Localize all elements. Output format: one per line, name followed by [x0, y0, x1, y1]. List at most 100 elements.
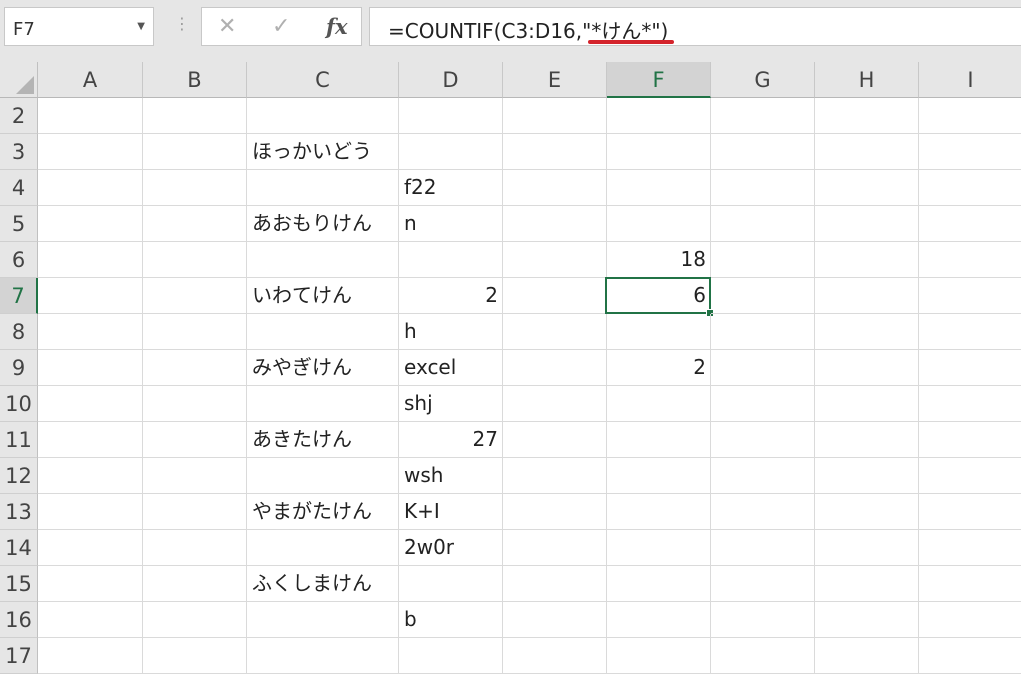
column-header-b[interactable]: B	[143, 62, 247, 98]
cell-f2[interactable]	[607, 98, 711, 134]
cell-f8[interactable]	[607, 314, 711, 350]
cell-c10[interactable]	[247, 386, 399, 422]
cell-h11[interactable]	[815, 422, 919, 458]
cell-e16[interactable]	[503, 602, 607, 638]
cell-f14[interactable]	[607, 530, 711, 566]
cell-c2[interactable]	[247, 98, 399, 134]
cell-a5[interactable]	[38, 206, 143, 242]
row-header-5[interactable]: 5	[0, 206, 38, 242]
cell-g7[interactable]	[711, 278, 815, 314]
cell-e13[interactable]	[503, 494, 607, 530]
cell-e11[interactable]	[503, 422, 607, 458]
cell-b8[interactable]	[143, 314, 247, 350]
cell-i3[interactable]	[919, 134, 1021, 170]
cell-a11[interactable]	[38, 422, 143, 458]
cell-c4[interactable]	[247, 170, 399, 206]
cell-f7[interactable]: 6	[607, 278, 711, 314]
cell-b5[interactable]	[143, 206, 247, 242]
formula-bar-grip-icon[interactable]: ⋮	[174, 14, 191, 33]
cell-b4[interactable]	[143, 170, 247, 206]
cell-a14[interactable]	[38, 530, 143, 566]
cell-h2[interactable]	[815, 98, 919, 134]
cell-h8[interactable]	[815, 314, 919, 350]
cell-a16[interactable]	[38, 602, 143, 638]
cell-d9[interactable]: excel	[399, 350, 503, 386]
cell-h9[interactable]	[815, 350, 919, 386]
cell-h12[interactable]	[815, 458, 919, 494]
cell-i8[interactable]	[919, 314, 1021, 350]
row-header-4[interactable]: 4	[0, 170, 38, 206]
row-header-13[interactable]: 13	[0, 494, 38, 530]
cell-g5[interactable]	[711, 206, 815, 242]
cell-f15[interactable]	[607, 566, 711, 602]
cell-f6[interactable]: 18	[607, 242, 711, 278]
cell-i4[interactable]	[919, 170, 1021, 206]
cell-a10[interactable]	[38, 386, 143, 422]
cell-b14[interactable]	[143, 530, 247, 566]
cell-i5[interactable]	[919, 206, 1021, 242]
cell-d2[interactable]	[399, 98, 503, 134]
cell-h17[interactable]	[815, 638, 919, 674]
cell-b10[interactable]	[143, 386, 247, 422]
cell-g9[interactable]	[711, 350, 815, 386]
cell-f17[interactable]	[607, 638, 711, 674]
cell-g16[interactable]	[711, 602, 815, 638]
cell-c9[interactable]: みやぎけん	[247, 350, 399, 386]
cell-f11[interactable]	[607, 422, 711, 458]
cell-c16[interactable]	[247, 602, 399, 638]
row-header-10[interactable]: 10	[0, 386, 38, 422]
cell-c17[interactable]	[247, 638, 399, 674]
cell-b12[interactable]	[143, 458, 247, 494]
cell-b7[interactable]	[143, 278, 247, 314]
row-header-7[interactable]: 7	[0, 278, 38, 314]
cell-d17[interactable]	[399, 638, 503, 674]
cell-b16[interactable]	[143, 602, 247, 638]
cell-h3[interactable]	[815, 134, 919, 170]
cell-d14[interactable]: 2w0r	[399, 530, 503, 566]
cell-f12[interactable]	[607, 458, 711, 494]
cell-a13[interactable]	[38, 494, 143, 530]
cell-h14[interactable]	[815, 530, 919, 566]
cell-i16[interactable]	[919, 602, 1021, 638]
cell-e15[interactable]	[503, 566, 607, 602]
cell-e17[interactable]	[503, 638, 607, 674]
name-box[interactable]: F7 ▼	[4, 7, 154, 46]
row-header-16[interactable]: 16	[0, 602, 38, 638]
cell-h5[interactable]	[815, 206, 919, 242]
cell-g4[interactable]	[711, 170, 815, 206]
cell-i14[interactable]	[919, 530, 1021, 566]
row-header-3[interactable]: 3	[0, 134, 38, 170]
cell-e5[interactable]	[503, 206, 607, 242]
column-header-g[interactable]: G	[711, 62, 815, 98]
cell-b13[interactable]	[143, 494, 247, 530]
cell-e14[interactable]	[503, 530, 607, 566]
cell-a2[interactable]	[38, 98, 143, 134]
cell-e3[interactable]	[503, 134, 607, 170]
cell-a12[interactable]	[38, 458, 143, 494]
cell-i11[interactable]	[919, 422, 1021, 458]
cell-f16[interactable]	[607, 602, 711, 638]
cell-i9[interactable]	[919, 350, 1021, 386]
cell-c11[interactable]: あきたけん	[247, 422, 399, 458]
cell-d3[interactable]	[399, 134, 503, 170]
cell-h6[interactable]	[815, 242, 919, 278]
cell-h15[interactable]	[815, 566, 919, 602]
column-header-h[interactable]: H	[815, 62, 919, 98]
cell-d12[interactable]: wsh	[399, 458, 503, 494]
cell-f5[interactable]	[607, 206, 711, 242]
column-header-i[interactable]: I	[919, 62, 1021, 98]
cell-h10[interactable]	[815, 386, 919, 422]
cell-c6[interactable]	[247, 242, 399, 278]
cell-c7[interactable]: いわてけん	[247, 278, 399, 314]
cell-d4[interactable]: f22	[399, 170, 503, 206]
cell-d6[interactable]	[399, 242, 503, 278]
cell-c3[interactable]: ほっかいどう	[247, 134, 399, 170]
cell-c5[interactable]: あおもりけん	[247, 206, 399, 242]
row-header-6[interactable]: 6	[0, 242, 38, 278]
cell-b9[interactable]	[143, 350, 247, 386]
cell-g11[interactable]	[711, 422, 815, 458]
cell-a8[interactable]	[38, 314, 143, 350]
cell-d13[interactable]: K+I	[399, 494, 503, 530]
cell-d7[interactable]: 2	[399, 278, 503, 314]
cell-e10[interactable]	[503, 386, 607, 422]
